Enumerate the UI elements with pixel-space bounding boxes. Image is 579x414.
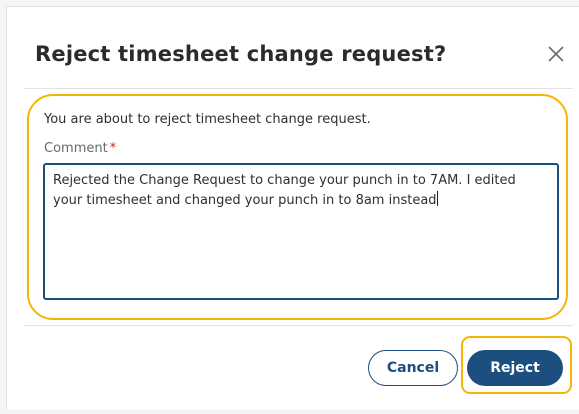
dialog-title: Reject timesheet change request? (35, 42, 447, 66)
cancel-button[interactable]: Cancel (368, 350, 458, 386)
close-button[interactable] (544, 42, 568, 66)
comment-label-text: Comment (44, 141, 108, 156)
text-caret (436, 191, 438, 206)
comment-label: Comment * (44, 141, 116, 156)
footer-divider (24, 325, 573, 326)
comment-value: Rejected the Change Request to change yo… (53, 173, 520, 208)
required-marker: * (109, 141, 117, 156)
header-divider (24, 88, 573, 89)
intro-text: You are about to reject timesheet change… (44, 112, 371, 127)
close-icon[interactable] (544, 42, 568, 66)
comment-textarea[interactable]: Rejected the Change Request to change yo… (43, 163, 559, 300)
page-backdrop: Reject timesheet change request? You are… (0, 0, 579, 414)
reject-button[interactable]: Reject (467, 350, 563, 386)
